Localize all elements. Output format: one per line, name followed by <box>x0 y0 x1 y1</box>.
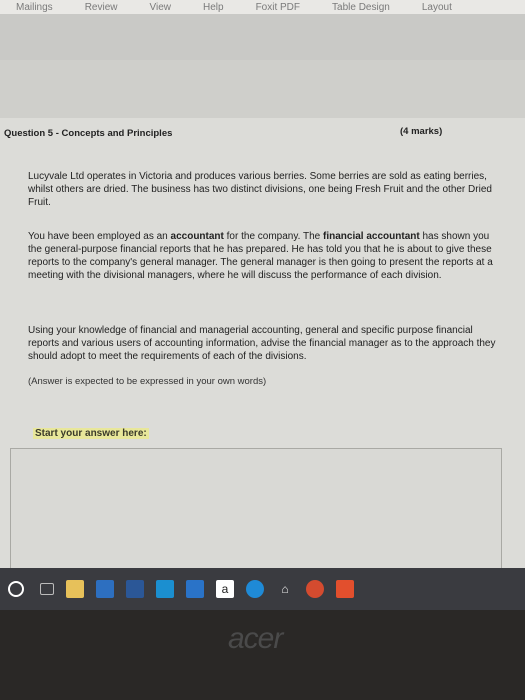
chrome-icon[interactable] <box>306 580 324 598</box>
screen: Mailings Review View Help Foxit PDF Tabl… <box>0 0 525 610</box>
tab-view[interactable]: View <box>133 2 187 13</box>
tab-foxit-pdf[interactable]: Foxit PDF <box>240 2 316 13</box>
paragraph-task: Using your knowledge of financial and ma… <box>28 325 496 362</box>
tab-help[interactable]: Help <box>187 2 240 13</box>
question-marks: (4 marks) <box>400 126 443 137</box>
answer-box[interactable] <box>10 448 502 576</box>
task-view-icon[interactable] <box>40 583 54 595</box>
tab-layout[interactable]: Layout <box>406 2 468 13</box>
paragraph-role-bold-financial-accountant: financial accountant <box>323 231 420 242</box>
home-icon[interactable]: ⌂ <box>276 580 294 598</box>
paragraph-role-text-a: You have been employed as an <box>28 231 171 242</box>
photos-icon[interactable] <box>156 580 174 598</box>
ribbon-tabs: Mailings Review View Help Foxit PDF Tabl… <box>0 0 525 14</box>
paragraph-scenario: Lucyvale Ltd operates in Victoria and pr… <box>28 171 492 208</box>
document-page[interactable]: Question 5 - Concepts and Principles (4 … <box>0 118 525 576</box>
word-icon[interactable] <box>126 580 144 598</box>
start-answer-label: Start your answer here: <box>33 428 149 439</box>
file-explorer-icon[interactable] <box>66 580 84 598</box>
edge-icon[interactable] <box>246 580 264 598</box>
answer-note: (Answer is expected to be expressed in y… <box>28 376 267 387</box>
tab-review[interactable]: Review <box>69 2 134 13</box>
document-margin <box>0 60 525 118</box>
tab-table-design[interactable]: Table Design <box>316 2 406 13</box>
question-title: Question 5 - Concepts and Principles <box>4 128 173 139</box>
amazon-icon[interactable]: a <box>216 580 234 598</box>
paragraph-role-bold-accountant: accountant <box>170 231 224 242</box>
taskbar: a ⌂ <box>0 568 525 610</box>
foxit-icon[interactable] <box>336 580 354 598</box>
paragraph-role: You have been employed as an accountant … <box>28 230 500 282</box>
mail-icon[interactable] <box>96 580 114 598</box>
store-icon[interactable] <box>186 580 204 598</box>
tab-mailings[interactable]: Mailings <box>0 2 69 13</box>
ribbon-toolbar <box>0 14 525 61</box>
acer-logo: acer <box>228 622 283 655</box>
start-icon[interactable] <box>8 581 24 597</box>
paragraph-role-text-b: for the company. The <box>223 231 324 242</box>
